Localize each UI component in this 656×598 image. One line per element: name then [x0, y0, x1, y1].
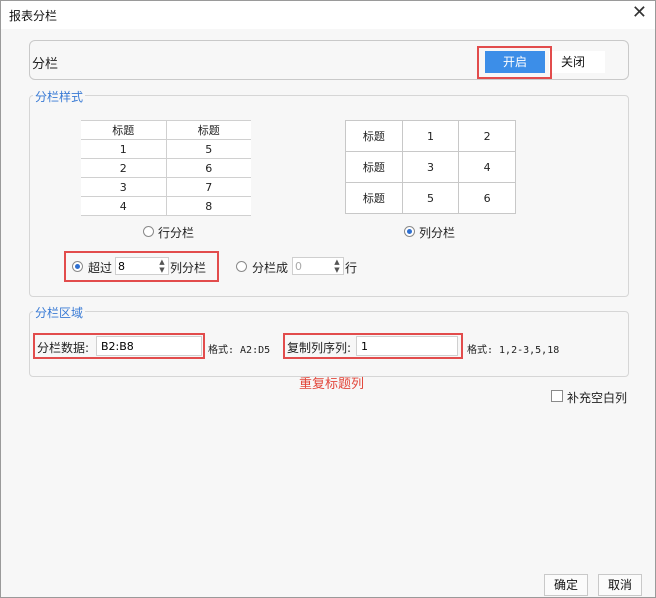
table-row: 2 6: [81, 158, 251, 178]
stepper-arrows-icon[interactable]: ▲ ▼: [332, 258, 342, 274]
table-cell: 2: [458, 120, 516, 152]
table-cell: 6: [166, 158, 251, 178]
table-cell: 7: [166, 177, 251, 197]
table-row: 标题 3 4: [345, 151, 516, 183]
table-cell: 标题: [81, 120, 167, 140]
table-cell: 4: [81, 196, 167, 216]
switch-label: 分栏: [32, 57, 59, 72]
table-row: 3 7: [81, 177, 251, 197]
ok-button[interactable]: 确定: [544, 574, 588, 596]
row-layout-label: 行分栏: [158, 226, 195, 240]
data-format-hint: 格式: A2:D5: [208, 345, 271, 356]
column-layout-preview: 标题 1 2 标题 3 4 标题 5 6: [345, 120, 516, 214]
table-cell: 4: [458, 151, 516, 183]
table-row: 1 5: [81, 139, 251, 159]
highlight-box-exceed: [64, 251, 219, 282]
table-row: 标题 5 6: [345, 182, 516, 214]
table-row: 4 8: [81, 196, 251, 216]
table-row: 标题 1 2: [345, 120, 516, 152]
table-cell: 3: [401, 151, 460, 183]
column-layout-radio[interactable]: [404, 226, 415, 237]
table-cell: 5: [166, 139, 251, 159]
annotation-repeat-title: 重复标题列: [299, 377, 365, 392]
fill-blank-checkbox[interactable]: [551, 390, 563, 402]
table-cell: 1: [401, 120, 460, 152]
fill-blank-label: 补充空白列: [567, 391, 628, 405]
table-cell: 8: [166, 196, 251, 216]
style-section-title: 分栏样式: [33, 88, 86, 105]
table-cell: 6: [458, 182, 516, 214]
cancel-button[interactable]: 取消: [598, 574, 642, 596]
table-cell: 标题: [345, 120, 403, 152]
row-layout-radio[interactable]: [143, 226, 154, 237]
table-row: 标题 标题: [81, 120, 251, 140]
column-layout-label: 列分栏: [419, 226, 456, 240]
window-title: 报表分栏: [9, 9, 58, 23]
table-cell: 标题: [166, 120, 251, 140]
repeat-format-hint: 格式: 1,2-3,5,18: [467, 345, 560, 356]
highlight-box-switch: [477, 46, 552, 79]
area-section-title: 分栏区域: [33, 304, 86, 321]
table-cell: 2: [81, 158, 167, 178]
split-count-input[interactable]: [295, 259, 331, 273]
highlight-box-data: [33, 333, 205, 359]
split-suffix: 行: [345, 261, 358, 275]
split-label: 分栏成: [252, 261, 289, 275]
table-cell: 1: [81, 139, 167, 159]
highlight-box-repeat: [283, 333, 463, 359]
table-cell: 标题: [345, 182, 403, 214]
report-columns-dialog: 报表分栏 ✕ 分栏 开启 关闭 分栏样式 标题 标题 1 5 2 6 3 7 4…: [0, 0, 656, 598]
table-cell: 标题: [345, 151, 403, 183]
disable-button[interactable]: 关闭: [549, 51, 605, 73]
table-cell: 5: [401, 182, 460, 214]
row-layout-preview: 标题 标题 1 5 2 6 3 7 4 8: [81, 120, 251, 216]
split-count-stepper[interactable]: ▲▼: [292, 257, 344, 275]
close-icon[interactable]: ✕: [632, 4, 647, 22]
title-bar: 报表分栏 ✕: [1, 1, 655, 29]
table-cell: 3: [81, 177, 167, 197]
split-mode-radio[interactable]: [236, 261, 247, 272]
